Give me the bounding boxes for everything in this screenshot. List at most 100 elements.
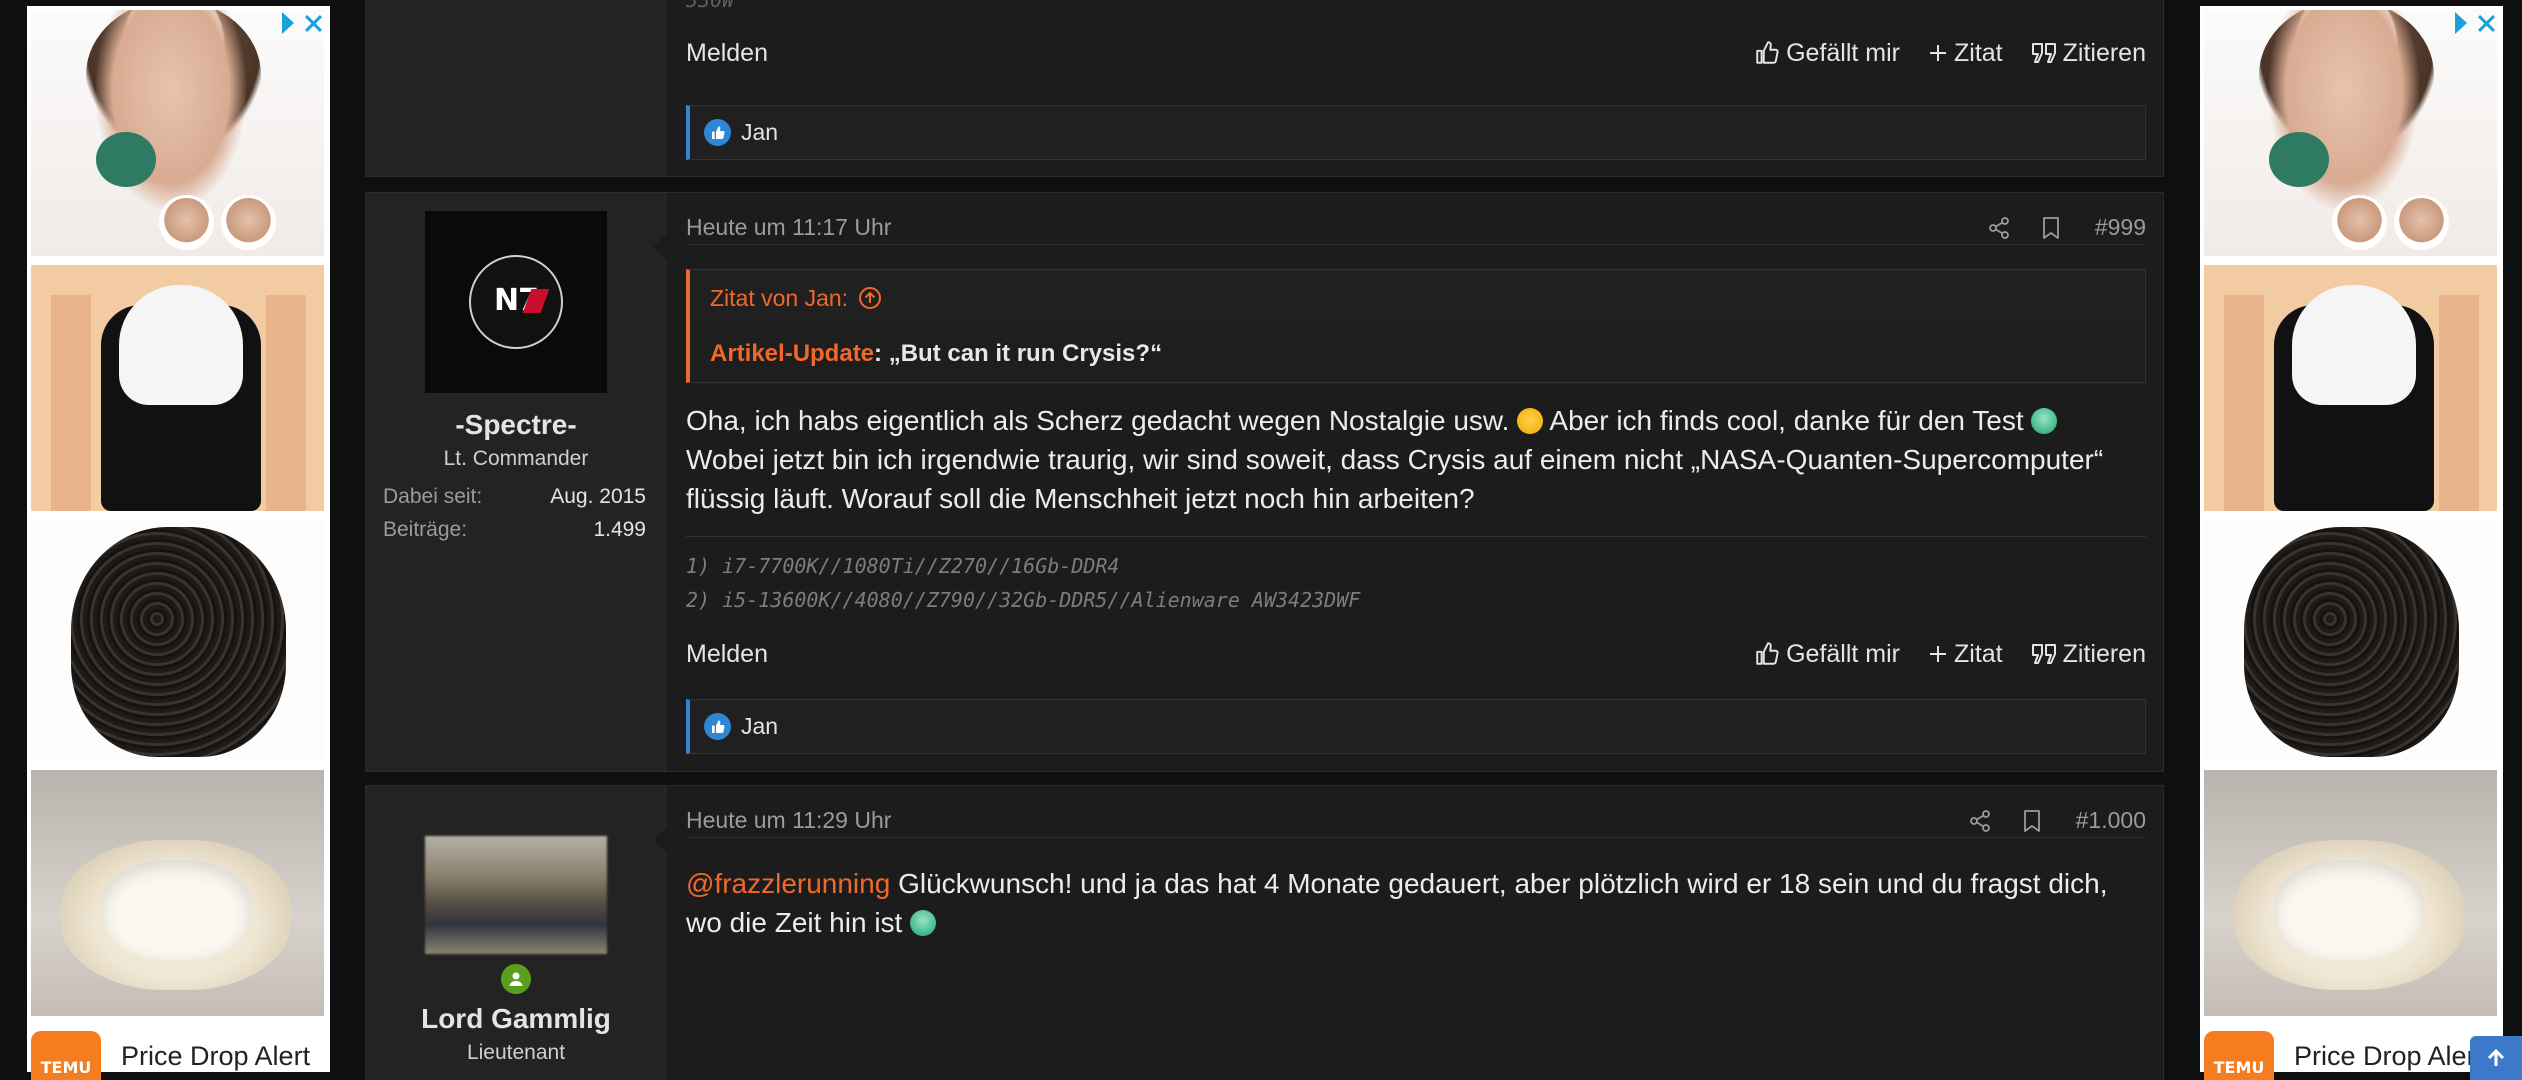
signature-line: 2) i5-13600K//4080//Z790//32Gb-DDR5//Ali… — [686, 588, 1361, 612]
message-line: @frazzlerunning Glückwunsch! und ja das … — [686, 864, 2146, 903]
signature-line: 1) i7-7700K//1080Ti//Z270//16Gb-DDR4 — [686, 554, 1120, 578]
quote-button[interactable]: Zitat — [1928, 39, 2003, 68]
quote-block: Zitat von Jan: Artikel-Update: „But can … — [686, 269, 2146, 383]
like-label: Gefällt mir — [1786, 38, 1900, 67]
user-mention[interactable]: @frazzlerunning — [686, 868, 890, 899]
post-user-cell: Lord Gammlig Lieutenant — [366, 786, 666, 1080]
left-ad-banner[interactable]: TEMU Price Drop Alert — [27, 6, 330, 1080]
signature-fragment: 330W — [686, 0, 734, 9]
adchoices-icon[interactable] — [282, 12, 294, 34]
ad-product-baby-tub[interactable] — [2204, 770, 2497, 1016]
report-link[interactable]: Melden — [686, 640, 1726, 669]
thumbs-up-icon — [1756, 642, 1779, 665]
message-line: wo die Zeit hin ist — [686, 903, 2146, 942]
message-text: Glückwunsch! und ja das hat 4 Monate ged… — [898, 868, 2108, 899]
adchoices-icon[interactable] — [2455, 12, 2467, 34]
ad-controls[interactable] — [278, 12, 324, 34]
close-ad-icon[interactable] — [302, 12, 324, 34]
ad-thumb-after — [221, 195, 276, 250]
username[interactable]: Lord Gammlig — [366, 1003, 666, 1035]
cite-button[interactable]: Zitieren — [2031, 39, 2146, 68]
like-button[interactable]: Gefällt mir — [1754, 39, 1900, 68]
quote-rest: : „But can it run Crysis?“ — [874, 340, 1163, 367]
share-icon[interactable] — [1968, 809, 1992, 833]
ad-product-face-mask[interactable] — [2204, 10, 2497, 256]
forum-post-1000: Lord Gammlig Lieutenant Heute um 11:29 U… — [365, 785, 2164, 1080]
post-arrow — [653, 826, 667, 854]
arrow-up-circle-icon[interactable] — [858, 286, 882, 310]
post-time[interactable]: Heute um 11:17 Uhr — [686, 214, 1957, 241]
report-link[interactable]: Melden — [686, 39, 1726, 68]
post-header: Heute um 11:17 Uhr #999 — [686, 211, 2146, 245]
ad-caption[interactable]: Price Drop Alert — [2294, 1041, 2483, 1072]
like-button[interactable]: Gefällt mir — [1754, 640, 1900, 669]
quote-marks-icon — [2031, 43, 2056, 63]
like-label: Gefällt mir — [1786, 639, 1900, 668]
reaction-user[interactable]: Jan — [741, 119, 778, 146]
ad-product-hair-extension[interactable] — [2204, 517, 2497, 763]
post-actions: Melden Gefällt mir Zitat Zitieren — [686, 639, 2146, 669]
thinking-emoji-icon — [1517, 408, 1544, 434]
avatar[interactable] — [425, 836, 607, 954]
quote-label: Zitat — [1954, 639, 2003, 668]
post-time[interactable]: Heute um 11:29 Uhr — [686, 807, 1938, 834]
message-body: @frazzlerunning Glückwunsch! und ja das … — [686, 864, 2146, 942]
ad-product-face-mask[interactable] — [31, 10, 324, 256]
ad-mask-shape — [2269, 132, 2329, 187]
ad-curls-shape — [71, 527, 286, 757]
stat-value[interactable]: 1.499 — [593, 518, 646, 542]
thumbs-up-icon — [1756, 41, 1779, 64]
ad-product-corset[interactable] — [2204, 265, 2497, 511]
post-number[interactable]: #999 — [2095, 214, 2146, 241]
quote-button[interactable]: Zitat — [1928, 640, 2003, 669]
close-ad-icon[interactable] — [2475, 12, 2497, 34]
ad-arm-left — [2224, 295, 2264, 511]
ad-controls[interactable] — [2451, 12, 2497, 34]
quote-header[interactable]: Zitat von Jan: — [690, 270, 2145, 326]
ad-top-shape — [119, 285, 243, 405]
temu-logo: TEMU — [2204, 1031, 2274, 1080]
ad-tub-inner — [101, 860, 251, 960]
reactions-bar[interactable]: Jan — [686, 105, 2146, 160]
ad-product-baby-tub[interactable] — [31, 770, 324, 1016]
ad-thumb-before — [2332, 195, 2387, 250]
quote-marks-icon — [2031, 644, 2056, 664]
cite-button[interactable]: Zitieren — [2031, 640, 2146, 669]
reactions-bar[interactable]: Jan — [686, 699, 2146, 754]
ad-arm-left — [51, 295, 91, 511]
post-user-cell — [366, 0, 666, 176]
reaction-user[interactable]: Jan — [741, 713, 778, 740]
plus-icon — [1930, 45, 1946, 61]
right-ad-banner[interactable]: TEMU Price Drop Alert — [2200, 6, 2503, 1080]
ad-footer[interactable]: TEMU Price Drop Alert — [2204, 1030, 2497, 1080]
user-rank: Lieutenant — [466, 1041, 566, 1064]
quote-article-link[interactable]: Artikel-Update — [710, 340, 874, 368]
stat-label: Beiträge: — [383, 518, 468, 541]
quote-text: Artikel-Update: „But can it run Crysis?“ — [690, 326, 2145, 382]
bookmark-icon[interactable] — [2041, 216, 2061, 240]
bookmark-icon[interactable] — [2022, 809, 2042, 833]
scroll-to-top-button[interactable] — [2470, 1036, 2522, 1080]
message-line: Oha, ich habs eigentlich als Scherz geda… — [686, 401, 2146, 440]
avatar[interactable]: N7 — [425, 211, 607, 393]
ad-thumb-after — [2394, 195, 2449, 250]
like-reaction-icon — [704, 119, 731, 146]
username[interactable]: -Spectre- — [366, 409, 666, 441]
ad-top-shape — [2292, 285, 2416, 405]
share-icon[interactable] — [1987, 216, 2011, 240]
ad-mask-shape — [96, 132, 156, 187]
ad-thumb-before — [159, 195, 214, 250]
quote-author: Zitat von Jan: — [710, 284, 849, 311]
signature: 1) i7-7700K//1080Ti//Z270//16Gb-DDR4 2) … — [686, 536, 2146, 617]
cite-label: Zitieren — [2062, 639, 2146, 668]
ad-arm-right — [266, 295, 306, 511]
laughing-emoji-icon — [2031, 408, 2058, 434]
ad-product-corset[interactable] — [31, 265, 324, 511]
ad-arm-right — [2439, 295, 2479, 511]
ad-footer[interactable]: TEMU Price Drop Alert — [31, 1030, 324, 1080]
post-main: Heute um 11:17 Uhr #999 Zitat von Jan: A… — [686, 193, 2146, 771]
ad-curls-shape — [2244, 527, 2459, 757]
ad-caption[interactable]: Price Drop Alert — [121, 1041, 310, 1072]
post-number[interactable]: #1.000 — [2076, 807, 2146, 834]
ad-product-hair-extension[interactable] — [31, 517, 324, 763]
